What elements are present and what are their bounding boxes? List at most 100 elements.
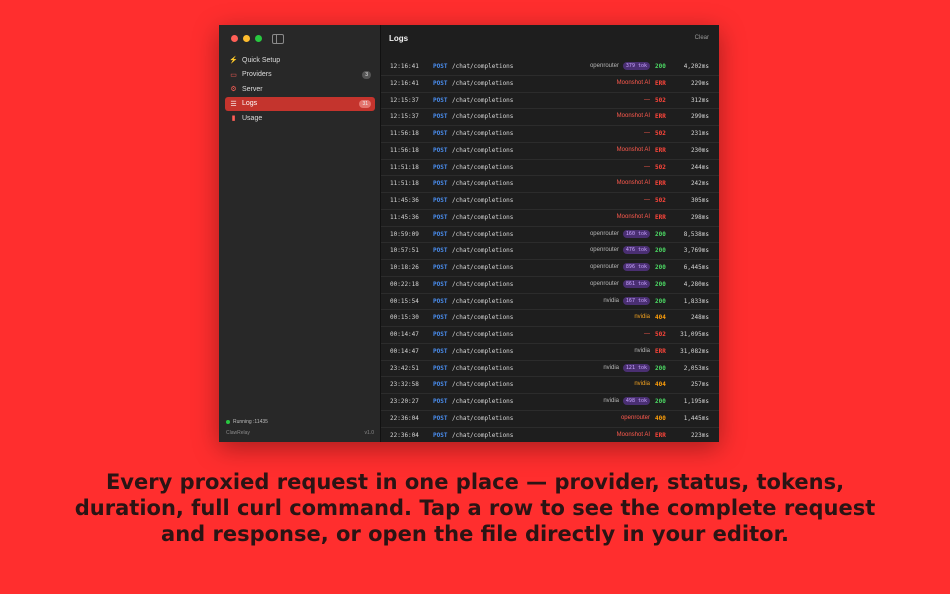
log-row[interactable]: 00:14:47 POST/chat/completions — 502 31,095m… (381, 327, 719, 344)
log-path: /chat/completions (452, 280, 514, 288)
marketing-caption: Every proxied request in one place — pro… (74, 470, 876, 546)
sidebar-item-server[interactable]: ⚙ Server (225, 82, 375, 96)
log-row[interactable]: 10:57:51 POST/chat/completions openrouter 4… (381, 243, 719, 260)
window-controls (231, 35, 262, 42)
log-duration: 4,280ms (683, 280, 709, 288)
log-row[interactable]: 00:15:54 POST/chat/completions nvidia 167 t… (381, 294, 719, 311)
log-method: POST (433, 314, 448, 322)
app-name: ClawRelay (226, 430, 250, 436)
log-provider: nvidia (634, 381, 650, 388)
log-duration: 305ms (690, 197, 709, 204)
sidebar-item-label: Server (242, 85, 263, 93)
log-path: /chat/completions (452, 230, 514, 238)
log-path: /chat/completions (452, 414, 514, 422)
log-row[interactable]: 22:36:04 POST/chat/completions openrouter 4… (381, 411, 719, 428)
clear-button[interactable]: Clear (695, 35, 709, 41)
log-path: /chat/completions (452, 163, 514, 171)
status-code: 200 (655, 398, 666, 405)
log-row[interactable]: 11:45:36 POST/chat/completions Moonshot AI… (381, 210, 719, 227)
log-time: 00:14:47 (390, 347, 419, 355)
sidebar-item-label: Logs (242, 100, 258, 108)
status-code: 502 (655, 331, 666, 338)
log-duration: 3,769ms (683, 247, 709, 255)
log-duration: 248ms (690, 314, 709, 322)
log-row[interactable]: 00:15:30 POST/chat/completions nvidia 404 24… (381, 310, 719, 327)
log-row[interactable]: 11:45:36 POST/chat/completions — 502 305ms (381, 193, 719, 210)
status-code: 502 (655, 130, 666, 137)
log-path: /chat/completions (452, 431, 514, 439)
status-code: 200 (655, 297, 666, 305)
log-row[interactable]: 23:42:51 POST/chat/completions nvidia 121 t… (381, 361, 719, 378)
log-row[interactable]: 23:32:58 POST/chat/completions nvidia 404 25… (381, 377, 719, 394)
log-method: POST (433, 347, 448, 355)
log-duration: 1,833ms (683, 297, 709, 305)
log-provider: openrouter (589, 247, 619, 254)
log-method: POST (433, 96, 448, 104)
log-row[interactable]: 12:16:41 POST/chat/completions Moonshot AI… (381, 76, 719, 93)
status-code: 502 (655, 96, 666, 104)
log-row[interactable]: 22:36:04 POST/chat/completions Moonshot AI… (381, 428, 719, 443)
token-badge: 379 tok (622, 62, 650, 70)
log-duration: 230ms (690, 146, 709, 154)
log-provider: nvidia (603, 398, 619, 404)
log-row[interactable]: 11:51:18 POST/chat/completions — 502 244ms (381, 160, 719, 177)
log-duration: 6,445ms (683, 264, 709, 271)
log-path: /chat/completions (452, 247, 514, 255)
log-duration: 299ms (690, 113, 709, 121)
log-row[interactable]: 10:18:26 POST/chat/completions openrouter 8… (381, 260, 719, 277)
log-method: POST (433, 381, 448, 389)
log-time: 11:56:18 (390, 130, 419, 137)
log-row[interactable]: 23:20:27 POST/chat/completions nvidia 498 t… (381, 394, 719, 411)
log-path: /chat/completions (452, 331, 514, 338)
count-badge: 31 (359, 99, 371, 108)
log-time: 11:56:18 (390, 146, 419, 154)
sidebar-item-usage[interactable]: ▮ Usage (225, 111, 375, 125)
close-window-button[interactable] (231, 35, 238, 42)
log-time: 11:51:18 (390, 163, 419, 171)
log-path: /chat/completions (452, 63, 514, 70)
log-path: /chat/completions (452, 113, 514, 121)
sidebar-item-quick-setup[interactable]: ⚡ Quick Setup (225, 53, 375, 67)
log-path: /chat/completions (452, 197, 514, 204)
log-row[interactable]: 10:59:09 POST/chat/completions openrouter 1… (381, 227, 719, 244)
bolt-icon: ⚡ (229, 57, 238, 64)
log-time: 10:18:26 (390, 264, 419, 271)
log-path: /chat/completions (452, 96, 514, 104)
log-row[interactable]: 11:56:18 POST/chat/completions — 502 231ms (381, 126, 719, 143)
sidebar-item-providers[interactable]: ▭ Providers 3 (225, 68, 375, 82)
log-duration: 223ms (690, 431, 709, 439)
log-path: /chat/completions (452, 264, 514, 271)
log-provider: Moonshot AI (616, 213, 650, 220)
log-duration: 31,082ms (680, 347, 709, 355)
log-time: 11:45:36 (390, 213, 419, 221)
log-row[interactable]: 12:15:37 POST/chat/completions Moonshot AI… (381, 109, 719, 126)
log-time: 11:45:36 (390, 197, 419, 204)
log-row[interactable]: 11:51:18 POST/chat/completions Moonshot AI… (381, 176, 719, 193)
log-row[interactable]: 00:22:18 POST/chat/completions openrouter 8… (381, 277, 719, 294)
log-path: /chat/completions (452, 398, 514, 405)
log-method: POST (433, 163, 448, 171)
log-method: POST (433, 130, 448, 137)
log-row[interactable]: 00:14:47 POST/chat/completions nvidia ERR 31… (381, 344, 719, 361)
log-provider: openrouter (589, 280, 619, 287)
log-duration: 242ms (690, 180, 709, 188)
status-code: ERR (655, 431, 666, 439)
sidebar-toggle-icon[interactable] (272, 34, 284, 44)
log-time: 23:42:51 (390, 364, 419, 372)
log-path: /chat/completions (452, 381, 514, 389)
log-path: /chat/completions (452, 364, 514, 372)
minimize-window-button[interactable] (243, 35, 250, 42)
log-method: POST (433, 264, 448, 271)
log-time: 00:15:54 (390, 297, 419, 305)
log-time: 22:36:04 (390, 431, 419, 439)
token-badge: 476 tok (622, 246, 650, 255)
log-row[interactable]: 12:16:41 POST/chat/completions openrouter 3… (381, 59, 719, 76)
log-row[interactable]: 11:56:18 POST/chat/completions Moonshot AI… (381, 143, 719, 160)
logs-panel: Logs Clear 12:16:41 POST/chat/completions… (381, 25, 719, 442)
zoom-window-button[interactable] (255, 35, 262, 42)
sidebar-item-logs[interactable]: ☰ Logs 31 (225, 96, 375, 111)
log-method: POST (433, 146, 448, 154)
log-row[interactable]: 12:15:37 POST/chat/completions — 502 312ms (381, 93, 719, 110)
log-duration: 1,195ms (683, 398, 709, 405)
log-time: 12:16:41 (390, 63, 419, 70)
